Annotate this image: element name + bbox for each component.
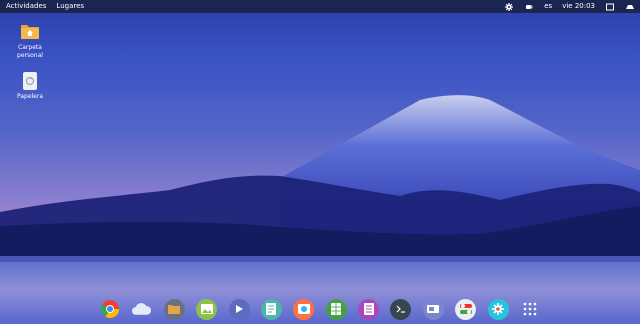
chrome-icon[interactable]: [99, 299, 120, 320]
trash-label: Papelera: [16, 93, 44, 100]
screen-icon[interactable]: [606, 3, 614, 11]
trash-shortcut[interactable]: Papelera: [10, 71, 50, 101]
dock: [99, 294, 541, 324]
coffee-cup-icon[interactable]: [525, 3, 533, 11]
photos-icon[interactable]: [293, 298, 315, 320]
settings-toggle-icon[interactable]: [455, 298, 477, 320]
system-settings-icon[interactable]: [487, 298, 509, 320]
folder-icon: [20, 22, 40, 42]
home-folder-shortcut[interactable]: Carpeta personal: [10, 22, 50, 60]
mountain-landscape: [0, 95, 640, 324]
language-indicator[interactable]: es: [539, 0, 557, 13]
clock[interactable]: vie 20:03: [557, 0, 600, 13]
top-panel: Actividades Lugares es vie 20:03: [0, 0, 640, 13]
places-menu[interactable]: Lugares: [51, 0, 89, 13]
files-icon[interactable]: [163, 298, 185, 320]
text-editor-icon[interactable]: [358, 298, 379, 320]
video-player-icon[interactable]: [228, 298, 250, 320]
terminal-icon[interactable]: [390, 298, 412, 320]
activities-button[interactable]: Actividades: [1, 0, 51, 13]
trash-icon: [20, 71, 40, 91]
cloud-icon[interactable]: [131, 299, 152, 320]
power-icon[interactable]: [626, 3, 634, 11]
gear-icon[interactable]: [505, 2, 514, 11]
document-viewer-icon[interactable]: [260, 298, 282, 320]
desktop-switch-icon[interactable]: [422, 298, 444, 320]
app-grid-icon[interactable]: [520, 299, 541, 320]
home-folder-label: Carpeta personal: [17, 44, 43, 59]
image-viewer-icon[interactable]: [196, 298, 218, 320]
desktop-wallpaper: [0, 0, 640, 324]
spreadsheet-icon[interactable]: [325, 298, 347, 320]
